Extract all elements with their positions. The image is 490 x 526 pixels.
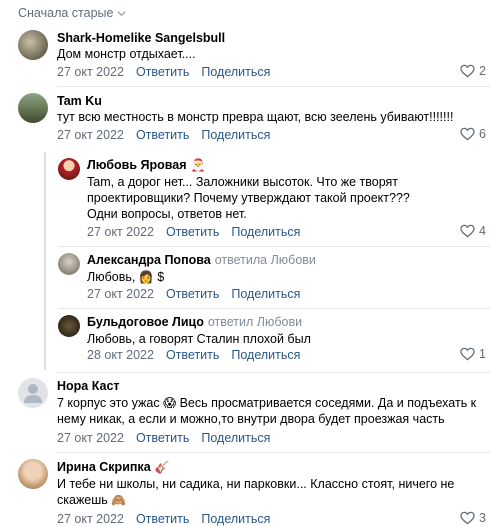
comment-text: 7 корпус это ужас 😱 Весь просматривается…	[57, 396, 477, 426]
divider	[57, 372, 490, 373]
reply-button[interactable]: Ответить	[166, 225, 219, 239]
share-button[interactable]: Поделиться	[201, 65, 270, 79]
comment-date[interactable]: 27 окт 2022	[57, 512, 124, 526]
comment-meta: 27 окт 2022 Ответить Поделиться	[57, 431, 270, 445]
comment-text: Любовь, 👩 $	[87, 269, 447, 285]
like-count: 4	[479, 224, 486, 238]
comment-date[interactable]: 27 окт 2022	[57, 65, 124, 79]
comment-date[interactable]: 27 окт 2022	[87, 287, 154, 301]
comment-text: Tam, а дорог нет... Заложники высоток. Ч…	[87, 175, 410, 221]
comment-meta: 27 окт 2022 Ответить Поделиться	[87, 287, 300, 301]
avatar[interactable]	[18, 459, 48, 489]
monkey-emoji-icon: 🙈	[111, 493, 127, 507]
comment-author[interactable]: Ирина Скрипка 🎸	[57, 460, 170, 474]
avatar[interactable]	[18, 30, 48, 60]
comment-author[interactable]: Любовь Яровая 🎅	[87, 158, 205, 172]
avatar-emoji-icon: 🎅	[190, 158, 206, 172]
guitar-emoji-icon: 🎸	[154, 460, 170, 474]
comment-author[interactable]: Shark-Homelike Sangelsbull	[57, 31, 225, 45]
comment-text: Любовь, а говорят Сталин плохой был	[87, 332, 311, 346]
avatar[interactable]	[58, 253, 80, 275]
comment-meta: 27 окт 2022 Ответить Поделиться	[57, 128, 270, 142]
comment-author[interactable]: Tam Ku	[57, 94, 102, 108]
heart-icon	[460, 127, 475, 141]
author-name[interactable]: Любовь Яровая	[87, 158, 187, 172]
author-name[interactable]: Ирина Скрипка	[57, 460, 151, 474]
author-name[interactable]: Александра Попова	[87, 253, 211, 267]
woman-emoji-icon: 👩	[138, 270, 154, 284]
comment-text: И тебе ни школы, ни садика, ни парковки.…	[57, 476, 457, 508]
avatar[interactable]	[18, 93, 48, 123]
replied-to[interactable]: ответил Любови	[208, 315, 302, 329]
like-button[interactable]: 3	[460, 511, 486, 525]
comment-meta: 27 окт 2022 Ответить Поделиться	[87, 225, 300, 239]
like-button[interactable]: 2	[460, 64, 486, 78]
replied-to[interactable]: ответила Любови	[215, 253, 316, 267]
reply-button[interactable]: Ответить	[136, 65, 189, 79]
comment-date[interactable]: 27 окт 2022	[57, 128, 124, 142]
comment-meta: 28 окт 2022 Ответить Поделиться	[87, 348, 300, 362]
reply-button[interactable]: Ответить	[166, 348, 219, 362]
heart-icon	[460, 224, 475, 238]
sort-label: Сначала старые	[18, 6, 114, 20]
comment-date[interactable]: 27 окт 2022	[57, 431, 124, 445]
divider	[58, 308, 490, 309]
reply-button[interactable]: Ответить	[136, 431, 189, 445]
comment-text-suffix: $	[157, 270, 165, 284]
divider	[57, 86, 490, 87]
author-name[interactable]: Tam Ku	[57, 94, 102, 108]
avatar[interactable]	[58, 158, 80, 180]
like-count: 3	[479, 511, 486, 525]
comment-meta: 27 окт 2022 Ответить Поделиться	[57, 65, 270, 79]
reply-button[interactable]: Ответить	[166, 287, 219, 301]
avatar[interactable]	[18, 378, 48, 408]
thread-line	[44, 152, 46, 370]
author-name[interactable]: Нора Каст	[57, 379, 120, 393]
comment-author[interactable]: Нора Каст	[57, 379, 120, 393]
share-button[interactable]: Поделиться	[201, 128, 270, 142]
heart-icon	[460, 64, 475, 78]
author-name[interactable]: Shark-Homelike Sangelsbull	[57, 31, 225, 45]
like-button[interactable]: 1	[460, 347, 486, 361]
like-count: 6	[479, 127, 486, 141]
default-user-icon	[24, 384, 42, 403]
share-button[interactable]: Поделиться	[201, 512, 270, 526]
comment-date[interactable]: 28 окт 2022	[87, 348, 154, 362]
like-button[interactable]: 4	[460, 224, 486, 238]
heart-icon	[460, 511, 475, 525]
comment-author[interactable]: Бульдоговое Лицо ответил Любови	[87, 315, 302, 329]
share-button[interactable]: Поделиться	[231, 225, 300, 239]
chevron-down-icon	[117, 10, 127, 16]
comment-text-main: Любовь,	[87, 270, 136, 284]
like-button[interactable]: 6	[460, 127, 486, 141]
avatar[interactable]	[58, 315, 80, 337]
reply-button[interactable]: Ответить	[136, 128, 189, 142]
share-button[interactable]: Поделиться	[231, 348, 300, 362]
comment-text: Дом монстр отдыхает....	[57, 47, 196, 61]
comment-author[interactable]: Александра Попова ответила Любови	[87, 253, 316, 267]
share-button[interactable]: Поделиться	[231, 287, 300, 301]
share-button[interactable]: Поделиться	[201, 431, 270, 445]
like-count: 1	[479, 347, 486, 361]
heart-icon	[460, 347, 475, 361]
comment-meta: 27 окт 2022 Ответить Поделиться	[57, 512, 270, 526]
divider	[57, 452, 490, 453]
like-count: 2	[479, 64, 486, 78]
divider	[58, 246, 490, 247]
comment-date[interactable]: 27 окт 2022	[87, 225, 154, 239]
comment-text: тут всю местность в монстр превра щают, …	[57, 110, 454, 124]
reply-button[interactable]: Ответить	[136, 512, 189, 526]
author-name[interactable]: Бульдоговое Лицо	[87, 315, 204, 329]
sort-dropdown[interactable]: Сначала старые	[18, 6, 127, 20]
